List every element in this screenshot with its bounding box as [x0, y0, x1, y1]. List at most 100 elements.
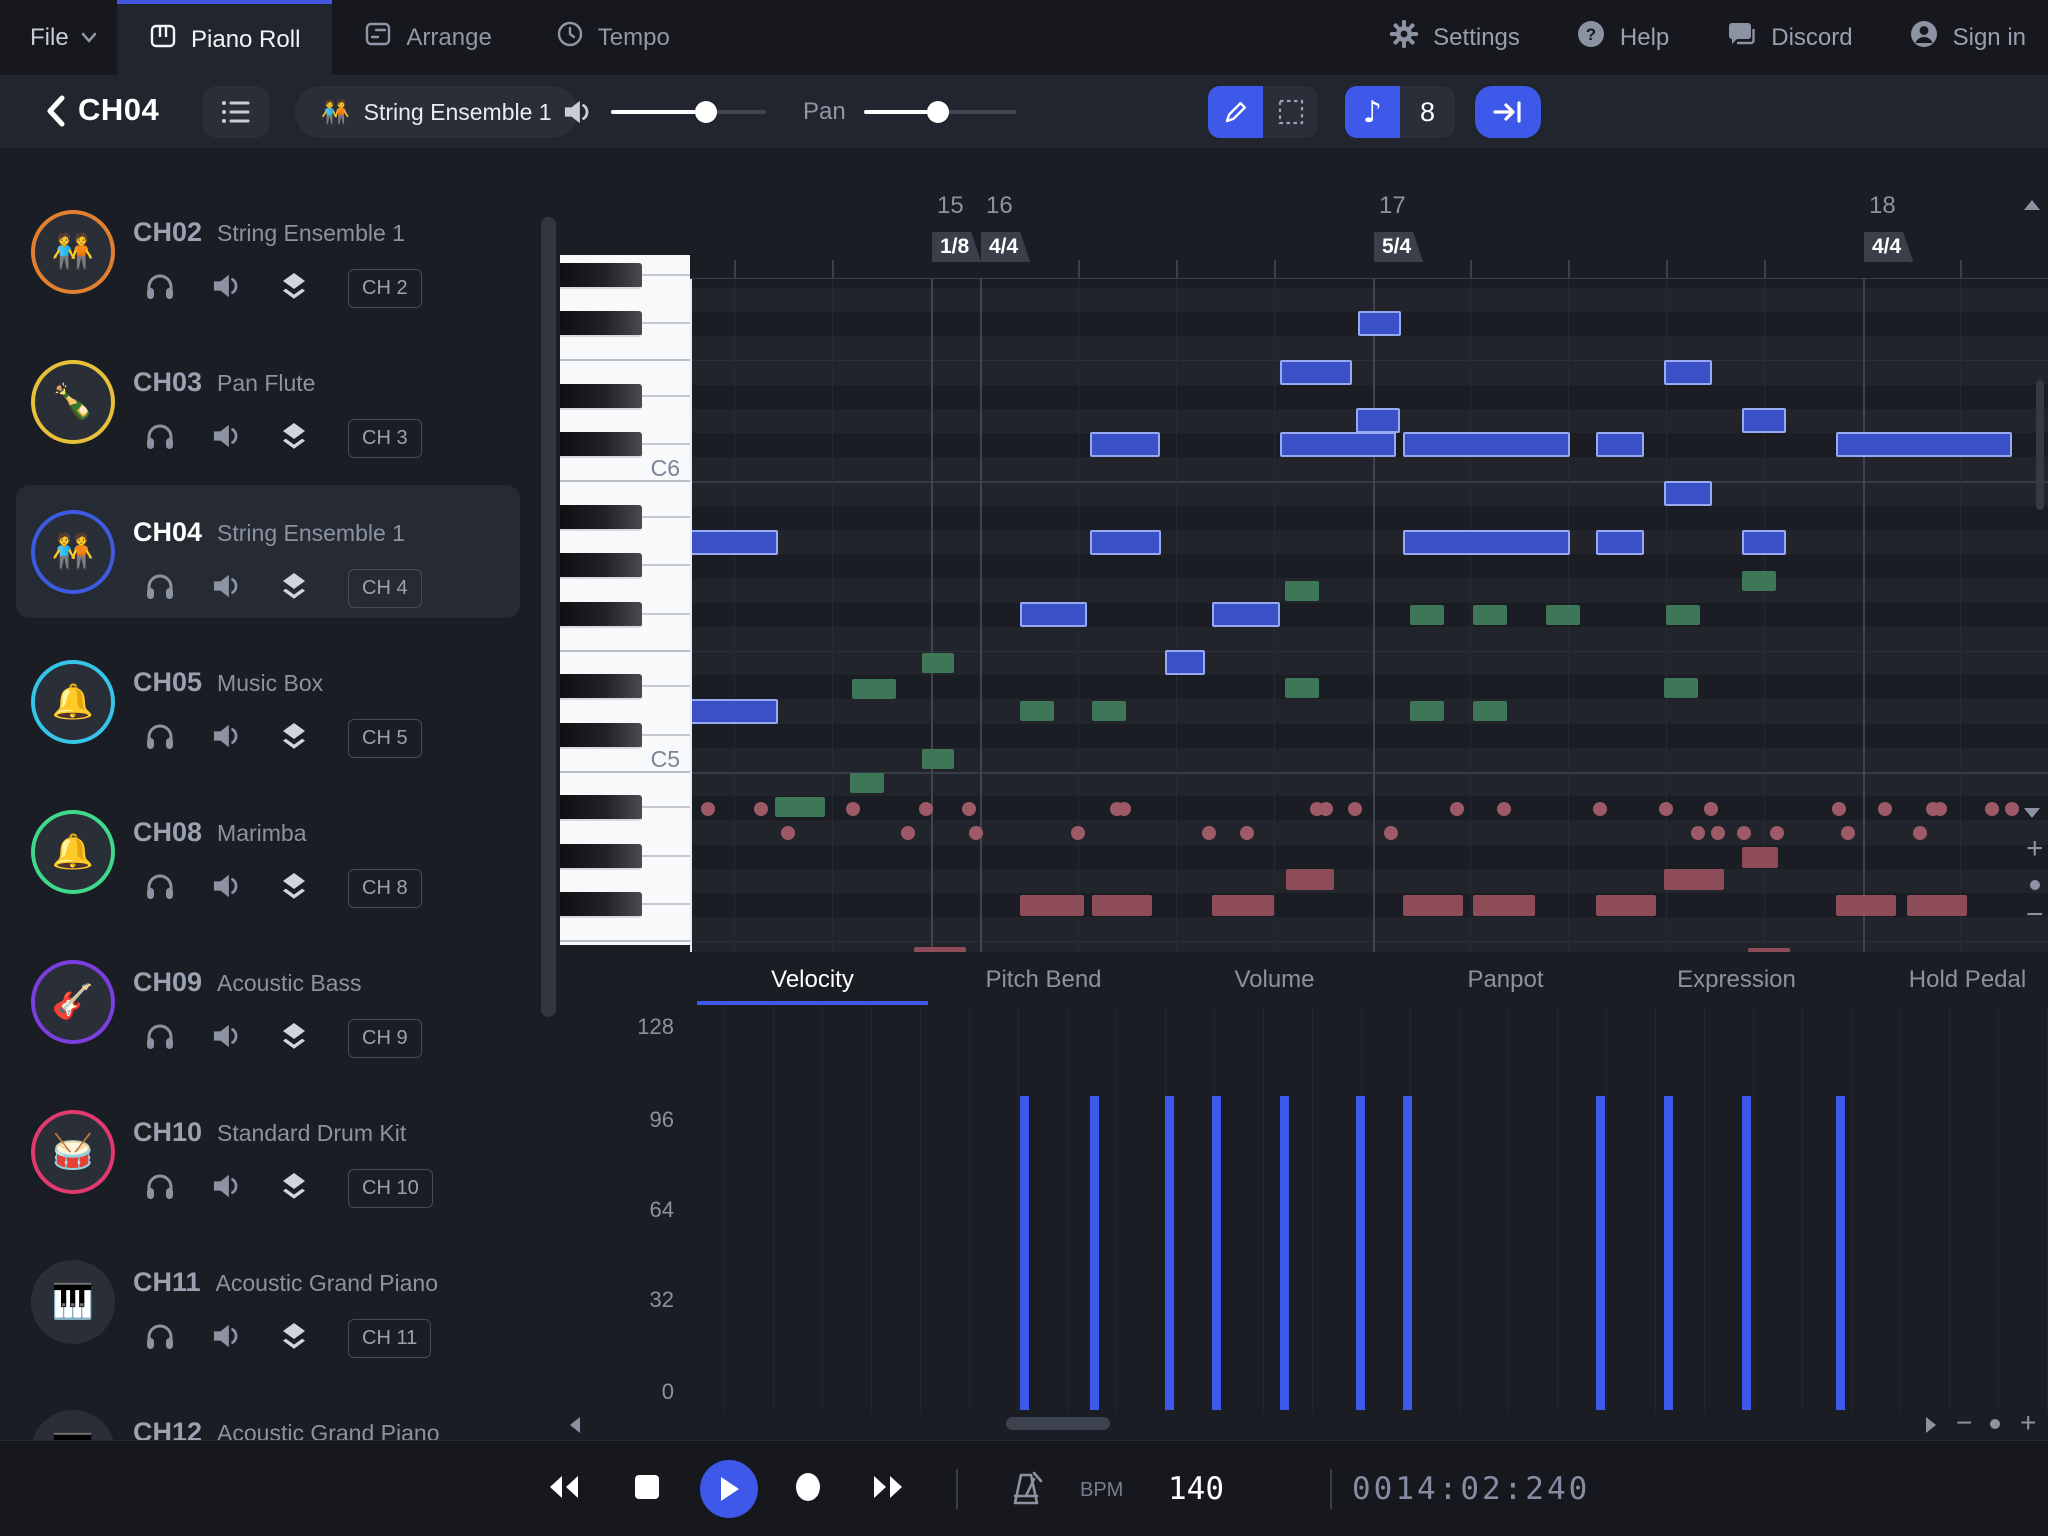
layers-icon[interactable]	[278, 1170, 310, 1207]
track-avatar[interactable]: 🧑‍🤝‍🧑	[31, 510, 115, 594]
velocity-bar[interactable]	[1403, 1096, 1412, 1410]
velocity-bar[interactable]	[1664, 1096, 1673, 1410]
menu-settings[interactable]: Settings	[1389, 19, 1520, 56]
tab-arrange[interactable]: Arrange	[332, 0, 523, 75]
measure-ruler[interactable]: 151/8164/4175/4184/4	[560, 148, 2048, 278]
track-row-ch03[interactable]: 🍾CH03Pan FluteCH 3	[0, 327, 560, 477]
headphones-icon[interactable]	[144, 1021, 176, 1056]
drum-note-dot[interactable]	[1319, 802, 1333, 816]
zoom-in-vertical-button[interactable]: +	[2026, 832, 2044, 866]
jump-to-end-button[interactable]	[1475, 86, 1541, 138]
pan-slider[interactable]	[864, 110, 1016, 114]
note-green[interactable]	[1742, 571, 1776, 591]
speaker-icon[interactable]	[212, 422, 242, 455]
track-avatar[interactable]: 🥁	[31, 1110, 115, 1194]
track-list-button[interactable]	[202, 86, 270, 138]
track-row-ch10[interactable]: 🥁CH10Standard Drum KitCH 10	[0, 1077, 560, 1227]
note-selected[interactable]	[1742, 408, 1786, 433]
black-key[interactable]	[560, 844, 642, 870]
file-menu[interactable]: File	[30, 0, 99, 75]
note-maroon[interactable]	[1286, 869, 1334, 890]
drum-note-dot[interactable]	[846, 802, 860, 816]
drum-note-dot[interactable]	[969, 826, 983, 840]
velocity-bar[interactable]	[1356, 1096, 1365, 1410]
note-green[interactable]	[1546, 605, 1580, 625]
track-avatar[interactable]: 🎹	[31, 1260, 115, 1344]
drum-note-dot[interactable]	[1878, 802, 1892, 816]
note-selected[interactable]	[1836, 432, 2012, 457]
note-maroon[interactable]	[1020, 895, 1084, 916]
back-button[interactable]	[36, 89, 76, 133]
note-green[interactable]	[1092, 701, 1126, 721]
control-tab-velocity[interactable]: Velocity	[697, 952, 928, 1007]
speaker-icon[interactable]	[212, 872, 242, 905]
time-signature-badge[interactable]: 4/4	[981, 232, 1030, 262]
speaker-icon[interactable]	[212, 1172, 242, 1205]
velocity-bar[interactable]	[1212, 1096, 1221, 1410]
note-selected[interactable]	[690, 530, 778, 555]
control-tab-volume[interactable]: Volume	[1159, 952, 1390, 1007]
note-green[interactable]	[1285, 581, 1319, 601]
velocity-bar[interactable]	[1836, 1096, 1845, 1410]
tab-tempo[interactable]: Tempo	[524, 0, 702, 75]
zoom-reset-horizontal-button[interactable]	[1990, 1419, 2000, 1429]
volume-slider-knob[interactable]	[695, 101, 717, 123]
note-selected[interactable]	[1403, 432, 1570, 457]
note-selected[interactable]	[1742, 530, 1786, 555]
selection-tool-button[interactable]	[1263, 86, 1318, 138]
drum-note-dot[interactable]	[1450, 802, 1464, 816]
zoom-in-horizontal-button[interactable]: +	[2020, 1407, 2036, 1439]
control-tab-pitch-bend[interactable]: Pitch Bend	[928, 952, 1159, 1007]
drum-note-dot[interactable]	[1985, 802, 1999, 816]
note-selected[interactable]	[1090, 432, 1160, 457]
note-maroon[interactable]	[1907, 895, 1967, 916]
note-green[interactable]	[1473, 701, 1507, 721]
drum-note-dot[interactable]	[1711, 826, 1725, 840]
black-key[interactable]	[560, 674, 642, 700]
note-selected[interactable]	[1664, 360, 1712, 385]
volume-slider[interactable]	[611, 110, 766, 114]
drum-note-dot[interactable]	[1704, 802, 1718, 816]
layers-icon[interactable]	[278, 270, 310, 307]
note-green[interactable]	[1285, 678, 1319, 698]
speaker-icon[interactable]	[212, 572, 242, 605]
headphones-icon[interactable]	[144, 721, 176, 756]
time-signature-badge[interactable]: 5/4	[1374, 232, 1423, 262]
stop-button[interactable]	[607, 1441, 687, 1536]
note-green[interactable]	[1664, 678, 1698, 698]
note-green[interactable]	[1020, 701, 1054, 721]
record-button[interactable]	[768, 1441, 848, 1536]
play-button[interactable]	[689, 1441, 769, 1536]
forward-button[interactable]	[848, 1441, 928, 1536]
note-green[interactable]	[1410, 701, 1444, 721]
drum-note-dot[interactable]	[1497, 802, 1511, 816]
note-green[interactable]	[852, 679, 896, 699]
note-selected[interactable]	[1280, 432, 1396, 457]
time-signature-badge[interactable]: 4/4	[1864, 232, 1913, 262]
headphones-icon[interactable]	[144, 1171, 176, 1206]
headphones-icon[interactable]	[144, 271, 176, 306]
velocity-bar[interactable]	[1596, 1096, 1605, 1410]
track-row-ch09[interactable]: 🎸CH09Acoustic BassCH 9	[0, 927, 560, 1077]
headphones-icon[interactable]	[144, 871, 176, 906]
velocity-bar[interactable]	[1165, 1096, 1174, 1410]
layers-icon[interactable]	[278, 870, 310, 907]
black-key[interactable]	[560, 263, 642, 289]
note-selected[interactable]	[690, 699, 778, 724]
black-key[interactable]	[560, 384, 642, 410]
note-selected[interactable]	[1212, 602, 1280, 627]
note-maroon[interactable]	[1742, 847, 1778, 868]
note-maroon[interactable]	[1473, 895, 1535, 916]
drum-note-dot[interactable]	[962, 802, 976, 816]
velocity-bar[interactable]	[1742, 1096, 1751, 1410]
track-list-scrollbar[interactable]	[541, 217, 556, 1017]
note-selected[interactable]	[1403, 530, 1570, 555]
speaker-icon[interactable]	[212, 1022, 242, 1055]
layers-icon[interactable]	[278, 720, 310, 757]
drum-note-dot[interactable]	[1691, 826, 1705, 840]
drum-note-dot[interactable]	[901, 826, 915, 840]
scroll-left-button[interactable]	[570, 1417, 580, 1433]
note-length-value[interactable]: 8	[1400, 86, 1455, 138]
speaker-icon[interactable]	[212, 722, 242, 755]
note-maroon[interactable]	[1664, 869, 1724, 890]
